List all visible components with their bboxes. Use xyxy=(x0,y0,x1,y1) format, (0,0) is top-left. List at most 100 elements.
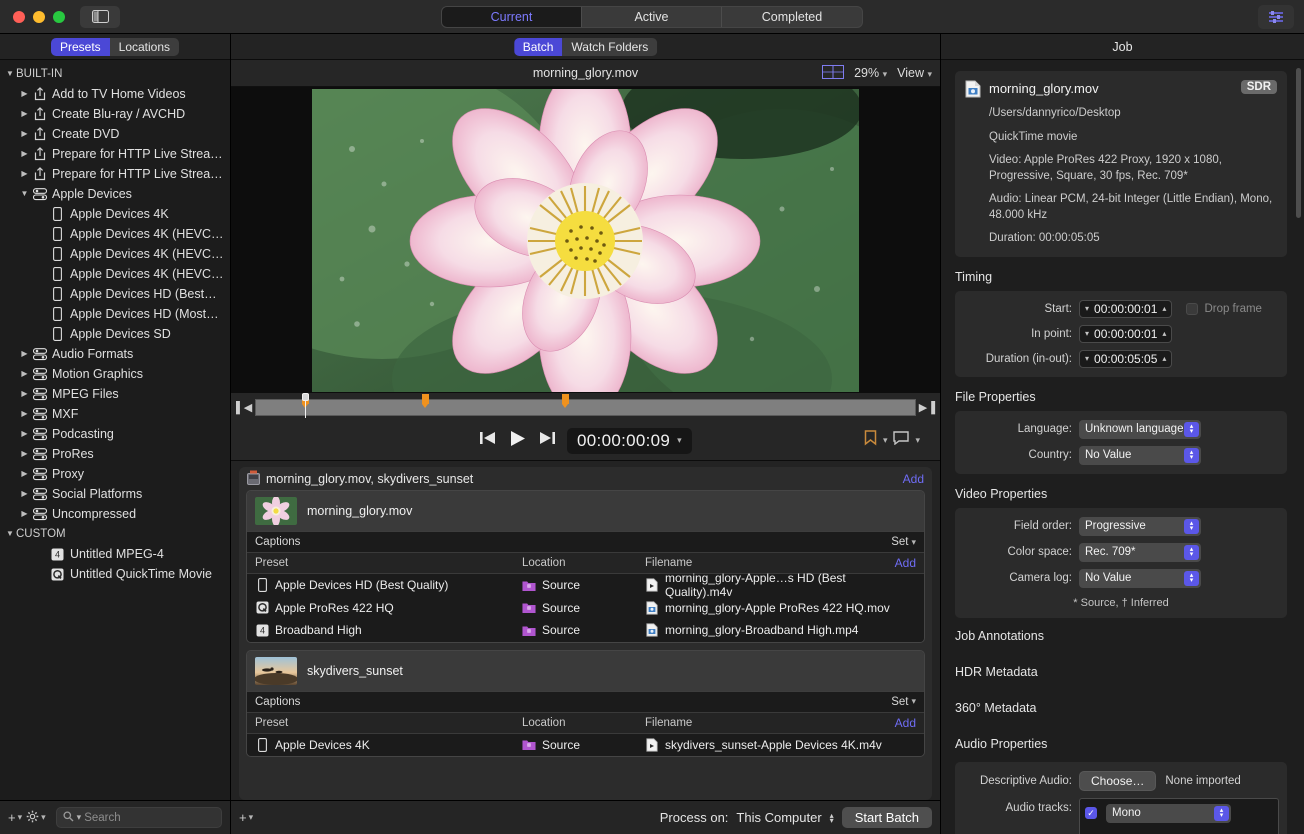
sidebar-item-prores[interactable]: ▶ProRes xyxy=(0,444,230,464)
tab-active[interactable]: Active xyxy=(582,7,722,27)
camera-log-select[interactable]: No Value ▴▾ xyxy=(1079,569,1201,588)
split-view-icon[interactable] xyxy=(822,65,844,82)
chevron-up-icon[interactable]: ▴ xyxy=(1162,329,1166,338)
sidebar-item-mpeg-files[interactable]: ▶MPEG Files xyxy=(0,384,230,404)
bookmark-icon[interactable] xyxy=(864,430,877,451)
marker[interactable] xyxy=(562,394,569,404)
chevron-right-icon[interactable]: ▶ xyxy=(18,424,31,444)
job-title-row[interactable]: skydivers_sunset xyxy=(247,651,924,691)
job-annotations-section[interactable]: Job Annotations xyxy=(955,618,1287,654)
chevron-down-icon[interactable]: ▼ xyxy=(4,524,16,544)
chevron-right-icon[interactable]: ▶ xyxy=(18,384,31,404)
search-input[interactable]: ▾ Search xyxy=(56,807,222,828)
sidebar-item-motion-graphics[interactable]: ▶Motion Graphics xyxy=(0,364,230,384)
column-header-preset[interactable]: Preset xyxy=(255,557,522,569)
presets-locations-toggle[interactable]: Presets Locations xyxy=(51,38,179,56)
chevron-right-icon[interactable]: ▶ xyxy=(18,144,31,164)
add-preset-button[interactable]: +▾ xyxy=(8,810,22,825)
chevron-down-icon[interactable]: ▾ xyxy=(1085,354,1089,363)
add-job-button[interactable]: +▾ xyxy=(239,810,253,825)
tab-completed[interactable]: Completed xyxy=(722,7,862,27)
chevron-right-icon[interactable]: ▶ xyxy=(18,404,31,424)
chevron-down-icon[interactable]: ▾ xyxy=(1085,329,1089,338)
zoom-level-menu[interactable]: 29% ▾ xyxy=(854,66,887,80)
color-space-select[interactable]: Rec. 709* ▴▾ xyxy=(1079,543,1201,562)
sidebar-item-apple-devices-hd-best[interactable]: Apple Devices HD (Best… xyxy=(0,284,230,304)
chevron-down-icon[interactable]: ▾ xyxy=(915,435,920,446)
chevron-right-icon[interactable]: ▶ xyxy=(18,84,31,104)
add-output-link[interactable]: Add xyxy=(895,716,916,730)
sidebar-item-add-to-tv-home-videos[interactable]: ▶Add to TV Home Videos xyxy=(0,84,230,104)
preview-viewer[interactable] xyxy=(231,87,940,393)
chevron-right-icon[interactable]: ▶ xyxy=(18,464,31,484)
view-menu[interactable]: View ▾ xyxy=(897,66,932,80)
add-output-link[interactable]: Add xyxy=(895,556,916,570)
audio-track-select[interactable]: Mono ▴▾ xyxy=(1106,804,1231,823)
presets-tree[interactable]: ▼BUILT-IN▶Add to TV Home Videos▶Create B… xyxy=(0,60,230,800)
language-select[interactable]: Unknown language ▴▾ xyxy=(1079,420,1201,439)
in-point-timecode-field[interactable]: ▾ 00:00:00:01 ▴ xyxy=(1079,325,1172,343)
sidebar-group-built-in[interactable]: ▼BUILT-IN xyxy=(0,64,230,84)
play-icon[interactable] xyxy=(508,429,527,453)
scrubber-track[interactable] xyxy=(255,399,915,416)
sidebar-item-prepare-for-http-live-strea[interactable]: ▶Prepare for HTTP Live Strea… xyxy=(0,164,230,184)
audio-tracks-list[interactable]: ✓ Mono ▴▾ xyxy=(1079,798,1279,834)
sidebar-item-uncompressed[interactable]: ▶Uncompressed xyxy=(0,504,230,524)
drop-frame-checkbox[interactable] xyxy=(1186,303,1198,315)
sidebar-item-apple-devices-4k-hevc[interactable]: Apple Devices 4K (HEVC… xyxy=(0,264,230,284)
job-panel-body[interactable]: morning_glory.mov SDR /Users/dannyrico/D… xyxy=(941,60,1304,834)
preset-actions-button[interactable]: ▾ xyxy=(26,810,46,826)
field-order-select[interactable]: Progressive ▴▾ xyxy=(1079,517,1201,536)
chevron-down-icon[interactable]: ▼ xyxy=(4,64,16,84)
chevron-down-icon[interactable]: ▼ xyxy=(18,184,31,204)
skip-next-icon[interactable] xyxy=(538,430,556,451)
column-header-location[interactable]: Location xyxy=(522,557,645,569)
timecode-field[interactable]: 00:00:00:09 ▾ xyxy=(567,428,692,454)
tab-presets[interactable]: Presets xyxy=(51,38,110,56)
sidebar-item-mxf[interactable]: ▶MXF xyxy=(0,404,230,424)
start-timecode-field[interactable]: ▾ 00:00:00:01 ▴ xyxy=(1079,300,1172,318)
job-card[interactable]: morning_glory.movCaptionsSet▾PresetLocat… xyxy=(246,490,925,643)
sidebar-item-apple-devices-hd-most[interactable]: Apple Devices HD (Most… xyxy=(0,304,230,324)
sidebar-item-untitled-quicktime-movie[interactable]: Untitled QuickTime Movie xyxy=(0,564,230,584)
playhead[interactable] xyxy=(302,393,309,419)
sidebar-item-proxy[interactable]: ▶Proxy xyxy=(0,464,230,484)
sidebar-item-apple-devices-4k-hevc[interactable]: Apple Devices 4K (HEVC… xyxy=(0,244,230,264)
tab-current[interactable]: Current xyxy=(442,7,582,27)
chevron-right-icon[interactable]: ▶ xyxy=(18,504,31,524)
chevron-right-icon[interactable]: ▶ xyxy=(18,364,31,384)
sidebar-item-apple-devices[interactable]: ▼Apple Devices xyxy=(0,184,230,204)
sidebar-item-create-dvd[interactable]: ▶Create DVD xyxy=(0,124,230,144)
duration-timecode-field[interactable]: ▾ 00:00:05:05 ▴ xyxy=(1079,350,1172,368)
chevron-down-icon[interactable]: ▾ xyxy=(677,435,682,446)
sidebar-toggle-icon[interactable] xyxy=(80,6,120,28)
view-mode-segmented-control[interactable]: Current Active Completed xyxy=(441,6,863,28)
chevron-right-icon[interactable]: ▶ xyxy=(18,444,31,464)
sidebar-item-untitled-mpeg-4[interactable]: 4Untitled MPEG-4 xyxy=(0,544,230,564)
sidebar-item-social-platforms[interactable]: ▶Social Platforms xyxy=(0,484,230,504)
skip-previous-icon[interactable] xyxy=(479,430,497,451)
output-row[interactable]: Apple ProRes 422 HQSourcemorning_glory-A… xyxy=(247,597,924,620)
tab-locations[interactable]: Locations xyxy=(110,38,179,56)
job-card[interactable]: skydivers_sunsetCaptionsSet▾PresetLocati… xyxy=(246,650,925,758)
tab-batch[interactable]: Batch xyxy=(514,38,563,56)
chevron-right-icon[interactable]: ▶ xyxy=(18,124,31,144)
chevron-right-icon[interactable]: ▶ xyxy=(18,484,31,504)
column-header-preset[interactable]: Preset xyxy=(255,717,522,729)
chevron-up-icon[interactable]: ▴ xyxy=(1162,304,1166,313)
sidebar-group-custom[interactable]: ▼CUSTOM xyxy=(0,524,230,544)
choose-descriptive-audio-button[interactable]: Choose… xyxy=(1079,771,1156,791)
tab-watch-folders[interactable]: Watch Folders xyxy=(562,38,657,56)
chevron-right-icon[interactable]: ▶ xyxy=(18,344,31,364)
close-window-button[interactable] xyxy=(13,11,25,23)
output-row[interactable]: 4Broadband HighSourcemorning_glory-Broad… xyxy=(247,619,924,642)
country-select[interactable]: No Value ▴▾ xyxy=(1079,446,1201,465)
chevron-right-icon[interactable]: ▶ xyxy=(18,104,31,124)
audio-track-checkbox[interactable]: ✓ xyxy=(1085,807,1097,819)
output-row[interactable]: Apple Devices HD (Best Quality)Sourcemor… xyxy=(247,574,924,597)
sliders-icon[interactable] xyxy=(1258,5,1294,29)
chevron-up-icon[interactable]: ▴ xyxy=(1162,354,1166,363)
sidebar-item-podcasting[interactable]: ▶Podcasting xyxy=(0,424,230,444)
marker[interactable] xyxy=(422,394,429,404)
scrubber-bar[interactable]: ▌◀ ▶▐ xyxy=(231,393,940,421)
